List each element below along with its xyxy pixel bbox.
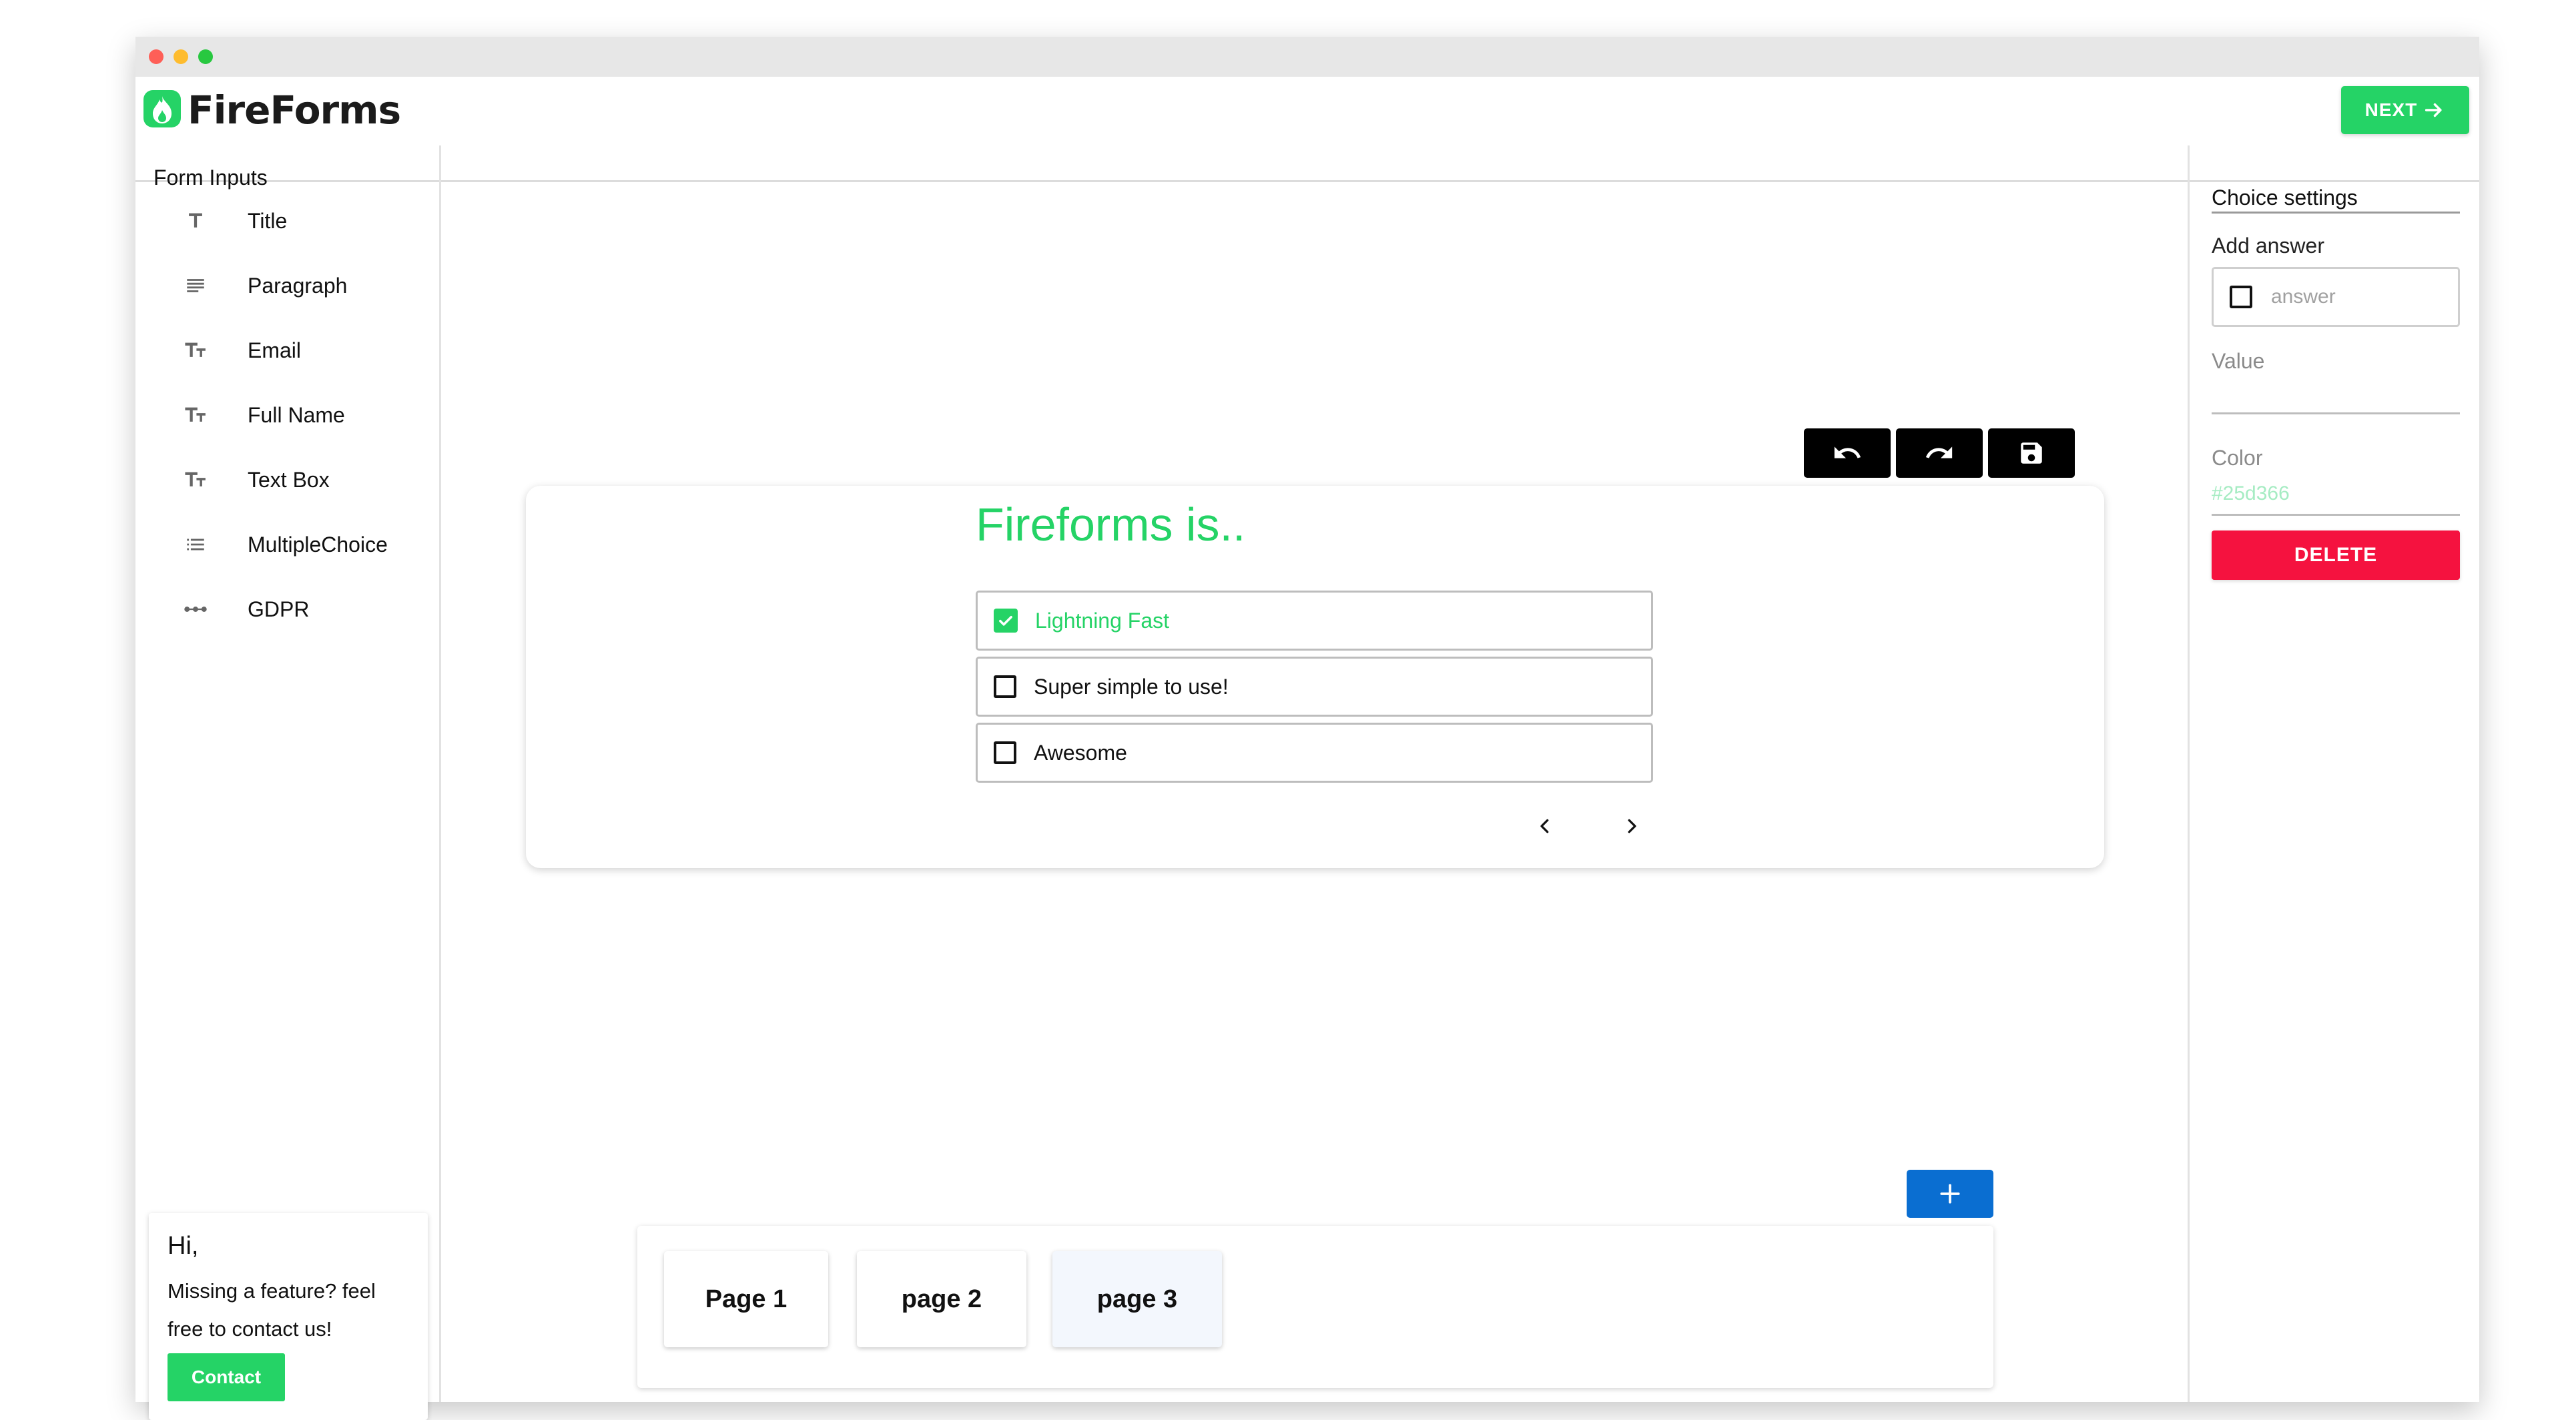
checkbox-checked-icon[interactable] — [994, 609, 1018, 633]
value-input[interactable] — [2212, 412, 2460, 414]
sidebar-item-full-name[interactable]: Full Name — [176, 395, 429, 435]
choice-settings-panel: Choice settings Add answer Value Color #… — [2188, 145, 2479, 1402]
choice-option[interactable]: Lightning Fast — [976, 591, 1653, 651]
sidebar-title: Form Inputs — [153, 165, 268, 190]
checkbox-icon[interactable] — [994, 675, 1016, 698]
page-tab-2[interactable]: page 2 — [857, 1251, 1026, 1347]
contact-button[interactable]: Contact — [168, 1353, 285, 1401]
app-header: FireForms NEXT — [135, 77, 2479, 182]
sidebar-item-label: MultipleChoice — [248, 532, 388, 557]
sidebar-item-label: Title — [248, 208, 288, 233]
choice-label: Super simple to use! — [1034, 674, 1229, 699]
chevron-right-icon — [1622, 816, 1642, 836]
flame-logo-icon — [143, 89, 181, 131]
pages-bar: Page 1 page 2 page 3 — [637, 1226, 1993, 1388]
linear-scale-icon — [176, 589, 216, 629]
arrow-right-icon — [2423, 99, 2445, 121]
sidebar-item-label: Text Box — [248, 467, 330, 492]
title-icon — [176, 201, 216, 241]
form-preview-card: Fireforms is.. Lightning Fast Super simp… — [526, 486, 2104, 868]
close-window-button[interactable] — [149, 49, 164, 64]
previous-arrow-button[interactable] — [1525, 806, 1565, 846]
page-tab-1[interactable]: Page 1 — [664, 1251, 828, 1347]
sidebar-item-title[interactable]: Title — [176, 201, 429, 241]
contact-greeting: Hi, — [168, 1232, 199, 1260]
delete-button[interactable]: DELETE — [2212, 530, 2460, 580]
choice-option[interactable]: Super simple to use! — [976, 657, 1653, 717]
next-button[interactable]: NEXT — [2341, 86, 2469, 134]
chevron-left-icon — [1535, 816, 1555, 836]
list-icon — [176, 524, 216, 565]
settings-title: Choice settings — [2212, 186, 2460, 214]
add-page-button[interactable] — [1907, 1170, 1993, 1218]
color-underline — [2212, 514, 2460, 516]
choice-label: Awesome — [1034, 740, 1127, 765]
contact-card: Hi, Missing a feature? feel free to cont… — [149, 1213, 428, 1420]
checkbox-icon[interactable] — [994, 741, 1016, 764]
undo-icon — [1832, 438, 1863, 468]
color-label: Color — [2212, 446, 2263, 470]
contact-message: Missing a feature? feel free to contact … — [168, 1279, 376, 1341]
logo[interactable]: FireForms — [143, 87, 401, 133]
next-arrow-button[interactable] — [1612, 806, 1652, 846]
text-size-icon — [176, 395, 216, 435]
save-icon — [2017, 439, 2045, 467]
form-title[interactable]: Fireforms is.. — [976, 498, 1245, 551]
sidebar-item-label: Paragraph — [248, 273, 348, 298]
redo-button[interactable] — [1896, 428, 1983, 478]
sidebar-item-gdpr[interactable]: GDPR — [176, 589, 429, 629]
sidebar-item-email[interactable]: Email — [176, 330, 429, 370]
answer-input[interactable] — [2270, 285, 2446, 309]
answer-checkbox[interactable] — [2230, 286, 2252, 308]
color-value[interactable]: #25d366 — [2212, 482, 2290, 505]
save-button[interactable] — [1988, 428, 2075, 478]
text-size-icon — [176, 330, 216, 370]
undo-button[interactable] — [1804, 428, 1891, 478]
choice-option[interactable]: Awesome — [976, 723, 1653, 783]
window-titlebar — [135, 37, 2479, 77]
plus-icon — [1937, 1181, 1963, 1206]
sidebar-item-multiple-choice[interactable]: MultipleChoice — [176, 524, 429, 565]
add-answer-field[interactable] — [2212, 267, 2460, 327]
sidebar-item-label: GDPR — [248, 597, 310, 621]
value-label: Value — [2212, 349, 2265, 373]
paragraph-icon — [176, 266, 216, 306]
form-inputs-sidebar: Form Inputs Title Paragraph Email Full N… — [135, 145, 441, 1420]
app-window: FireForms NEXT Form Inputs Title Paragra… — [135, 37, 2479, 1420]
sidebar-item-text-box[interactable]: Text Box — [176, 460, 429, 500]
add-answer-label: Add answer — [2212, 234, 2324, 258]
sidebar-item-label: Full Name — [248, 402, 345, 427]
redo-icon — [1924, 438, 1955, 468]
app-name: FireForms — [188, 87, 401, 133]
sidebar-item-paragraph[interactable]: Paragraph — [176, 266, 429, 306]
minimize-window-button[interactable] — [174, 49, 188, 64]
text-size-icon — [176, 460, 216, 500]
next-label: NEXT — [2364, 99, 2418, 120]
page-tab-3[interactable]: page 3 — [1052, 1251, 1222, 1347]
choice-label: Lightning Fast — [1035, 608, 1170, 633]
maximize-window-button[interactable] — [198, 49, 213, 64]
sidebar-item-label: Email — [248, 338, 302, 362]
